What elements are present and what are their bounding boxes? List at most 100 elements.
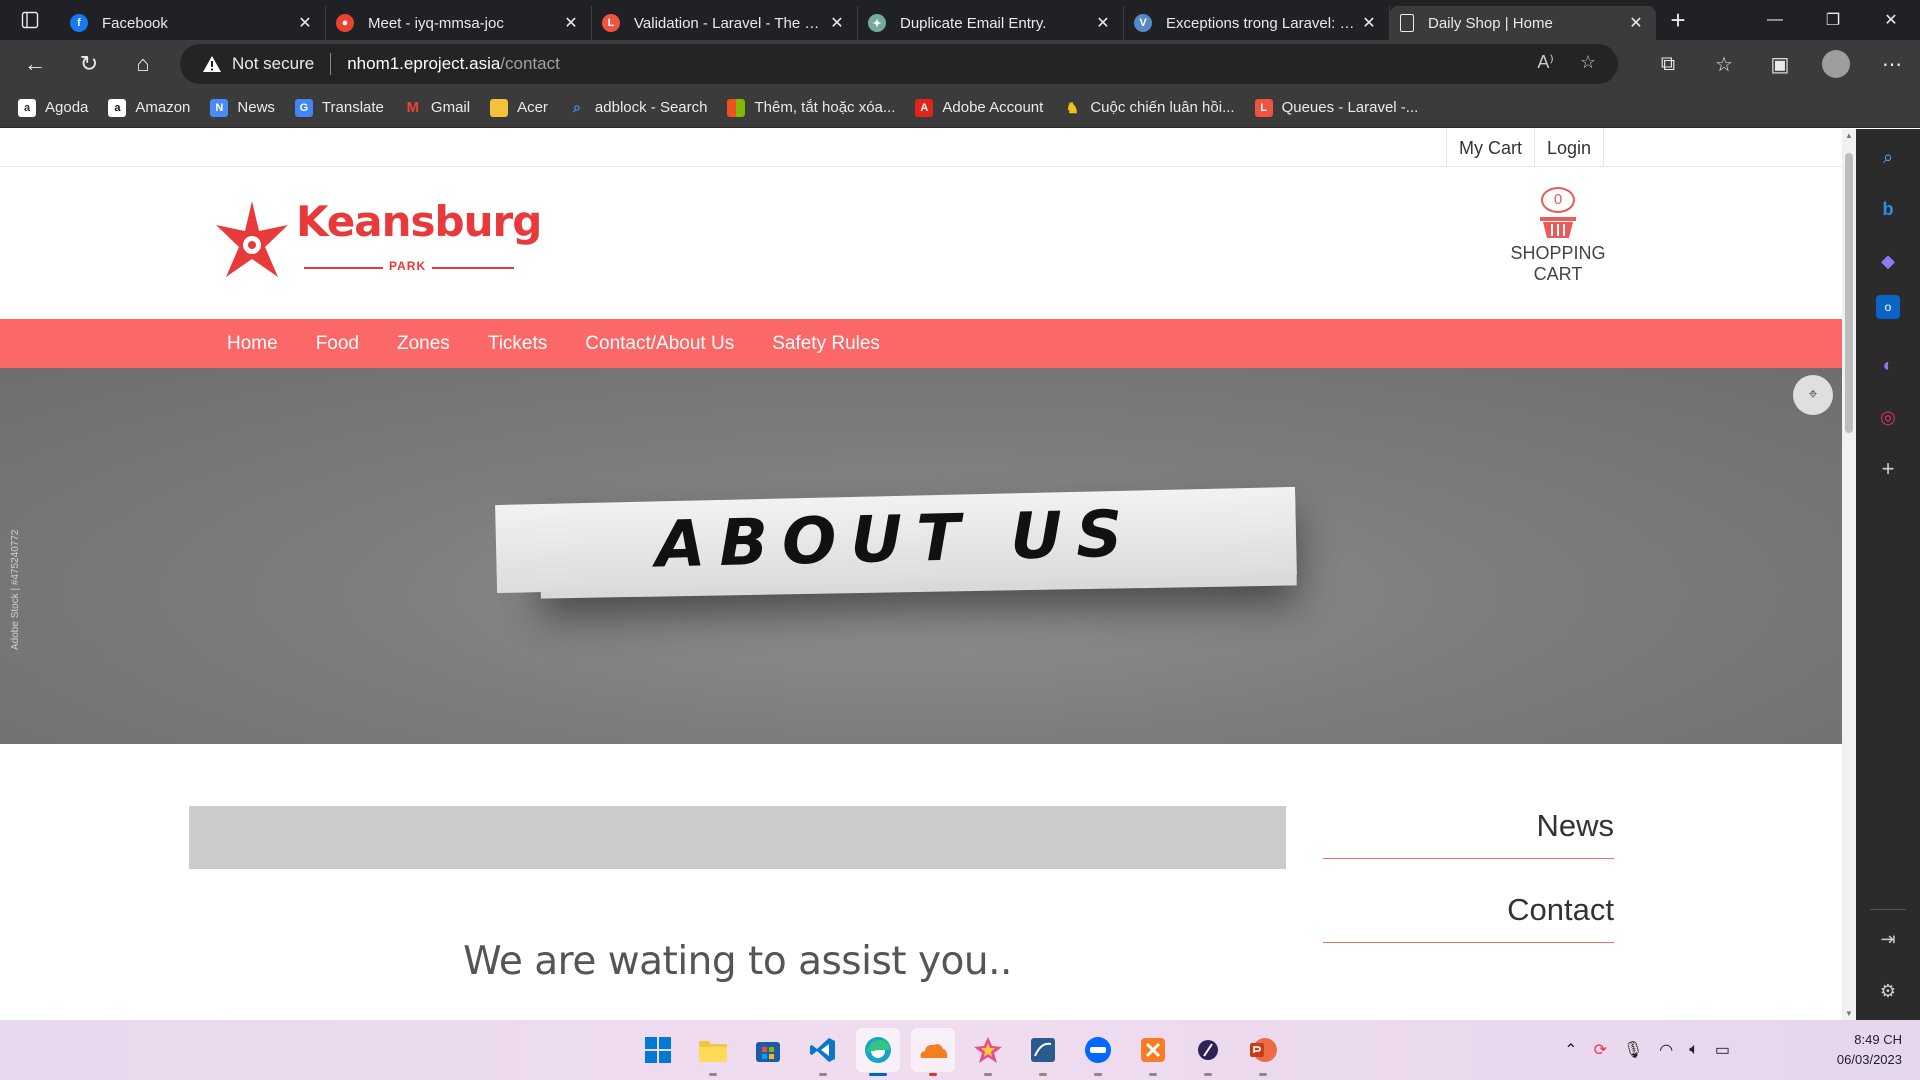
nav-tickets[interactable]: Tickets	[488, 319, 547, 368]
show-hidden-icons-chevron-up-icon[interactable]: ⌃	[1564, 1040, 1577, 1060]
site-logo[interactable]: Keansburg PARK	[216, 197, 542, 289]
star-flower-icon	[216, 201, 288, 277]
bing-icon[interactable]: b	[1870, 191, 1906, 227]
bookmark-microsoft[interactable]: Thêm, tắt hoặc xóa...	[727, 98, 895, 117]
page-scrollbar[interactable]: ▲ ▼	[1842, 129, 1856, 1020]
tab-duplicate-email[interactable]: ✦ Duplicate Email Entry. ✕	[858, 6, 1124, 40]
bookmark-translate[interactable]: G Translate	[294, 98, 384, 117]
bookmark-label: adblock - Search	[594, 99, 708, 116]
active-indicator	[869, 1073, 887, 1076]
taskbar-sql-workbench[interactable]	[1021, 1028, 1065, 1076]
favorites-button[interactable]: ☆	[1696, 40, 1752, 88]
tab-facebook[interactable]: f Facebook ✕	[60, 6, 326, 40]
system-clock[interactable]: 8:49 CH 06/03/2023	[1837, 1030, 1902, 1070]
bookmark-news[interactable]: N News	[210, 98, 275, 117]
restore-button[interactable]: ❐	[1804, 0, 1862, 40]
sidebar-search-icon[interactable]: ⌕	[1870, 139, 1906, 175]
sidebar-link-news[interactable]: News	[1323, 808, 1614, 859]
bookmark-gmail[interactable]: M Gmail	[404, 99, 470, 117]
nav-contact-about[interactable]: Contact/About Us	[585, 319, 734, 368]
taskbar-edge[interactable]	[856, 1028, 900, 1076]
add-favorite-icon[interactable]: ☆	[1580, 52, 1596, 73]
outlook-icon[interactable]: o	[1876, 295, 1900, 319]
zalo-icon	[1085, 1037, 1111, 1063]
bookmark-amazon[interactable]: a Amazon	[108, 98, 191, 117]
url-host: nhom1.eproject.asia	[347, 54, 501, 73]
scroll-up-icon[interactable]: ▲	[1842, 131, 1856, 140]
instagram-icon[interactable]: ◎	[1870, 399, 1906, 435]
extensions-button[interactable]: ⧉	[1640, 40, 1696, 88]
close-icon[interactable]: ✕	[1359, 13, 1379, 33]
running-indicator	[984, 1073, 992, 1076]
hide-sidebar-icon[interactable]: ⇥	[1870, 921, 1906, 957]
taskbar-store[interactable]	[746, 1028, 790, 1072]
bookmark-game[interactable]: ♞ Cuộc chiến luân hồi...	[1063, 99, 1235, 117]
volume-icon[interactable]: 🔈︎	[1689, 1041, 1699, 1059]
taskbar-zalo[interactable]	[1076, 1028, 1120, 1076]
bookmark-folder-acer[interactable]: Acer	[490, 98, 548, 117]
bookmark-queues-laravel[interactable]: L Queues - Laravel -...	[1254, 98, 1418, 117]
tab-title: Meet - iyq-mmsa-joc	[368, 14, 504, 32]
copilot-icon[interactable]: ◆	[1870, 243, 1906, 279]
taskbar-eclipse[interactable]	[1186, 1028, 1230, 1076]
start-button[interactable]	[636, 1028, 680, 1072]
scroll-down-icon[interactable]: ▼	[1842, 1009, 1856, 1018]
taskbar-powerpoint[interactable]	[1241, 1028, 1285, 1076]
collections-icon: ▣	[1770, 53, 1790, 76]
taskbar-vscode[interactable]	[801, 1028, 845, 1076]
read-aloud-icon[interactable]: A⁾	[1537, 52, 1553, 73]
page-icon	[1400, 14, 1414, 32]
agoda-icon: a	[18, 98, 36, 117]
nav-food[interactable]: Food	[316, 319, 359, 368]
back-button[interactable]: ←	[8, 40, 62, 88]
tab-exceptions[interactable]: V Exceptions trong Laravel: Làm ✕	[1124, 6, 1390, 40]
battery-icon[interactable]: ▭	[1715, 1040, 1730, 1060]
home-button[interactable]: ⌂	[116, 40, 170, 88]
close-icon[interactable]: ✕	[561, 13, 581, 33]
bookmark-adobe[interactable]: A Adobe Account	[915, 98, 1043, 117]
taskbar-file-explorer[interactable]	[691, 1028, 735, 1076]
tab-title: Validation - Laravel - The PHP	[634, 14, 827, 32]
translate-icon: G	[294, 98, 313, 117]
nav-home[interactable]: Home	[227, 319, 278, 368]
bookmark-label: Amazon	[135, 99, 191, 116]
nav-safety-rules[interactable]: Safety Rules	[772, 319, 880, 368]
nav-zones[interactable]: Zones	[397, 319, 450, 368]
tab-meet[interactable]: ● Meet - iyq-mmsa-joc ✕	[326, 6, 592, 40]
visual-search-button[interactable]: ⌖	[1793, 375, 1833, 415]
taskbar-xampp[interactable]	[1131, 1028, 1175, 1076]
add-sidebar-app-icon[interactable]: +	[1870, 451, 1906, 487]
taskbar-star-app[interactable]	[966, 1028, 1010, 1076]
scroll-thumb[interactable]	[1845, 153, 1853, 433]
collections-button[interactable]: ▣	[1752, 40, 1808, 88]
security-label[interactable]: Not secure	[232, 54, 314, 74]
new-tab-button[interactable]: +	[1656, 0, 1700, 40]
tab-actions-button[interactable]	[0, 0, 60, 40]
profile-button[interactable]	[1808, 40, 1864, 88]
settings-menu-button[interactable]: ⋯	[1864, 40, 1920, 88]
tab-laravel-validation[interactable]: L Validation - Laravel - The PHP ✕	[592, 6, 858, 40]
my-cart-link[interactable]: My Cart	[1445, 129, 1534, 166]
sidebar-link-contact[interactable]: Contact	[1323, 892, 1614, 943]
close-window-button[interactable]: ✕	[1862, 0, 1920, 40]
wifi-icon[interactable]: ◠	[1659, 1040, 1673, 1060]
taskbar-cloudflare[interactable]	[911, 1028, 955, 1076]
close-icon[interactable]: ✕	[1093, 13, 1113, 33]
system-tray: ⌃ ⟳ 🎙︎ ◠ 🔈︎ ▭	[1564, 1020, 1730, 1080]
address-bar[interactable]: Not secure nhom1.eproject.asia/contact A…	[180, 44, 1618, 84]
bookmark-agoda[interactable]: a Agoda	[18, 98, 88, 117]
running-indicator	[1039, 1073, 1047, 1076]
messenger-icon[interactable]: ◐	[1870, 347, 1906, 383]
refresh-button[interactable]: ↻	[62, 40, 116, 88]
close-icon[interactable]: ✕	[1626, 13, 1646, 33]
tab-daily-shop[interactable]: Daily Shop | Home ✕	[1390, 6, 1656, 40]
close-icon[interactable]: ✕	[295, 13, 315, 33]
sidebar-settings-icon[interactable]: ⚙	[1870, 973, 1906, 1009]
microphone-icon[interactable]: 🎙︎	[1623, 1040, 1643, 1060]
minimize-button[interactable]: —	[1746, 0, 1804, 40]
close-icon[interactable]: ✕	[827, 13, 847, 33]
shopping-cart[interactable]: 0 SHOPPING CART	[1488, 185, 1628, 285]
bookmark-adblock-search[interactable]: ⌕ adblock - Search	[568, 99, 708, 117]
sync-icon[interactable]: ⟳	[1594, 1040, 1607, 1060]
login-link[interactable]: Login	[1533, 129, 1604, 166]
